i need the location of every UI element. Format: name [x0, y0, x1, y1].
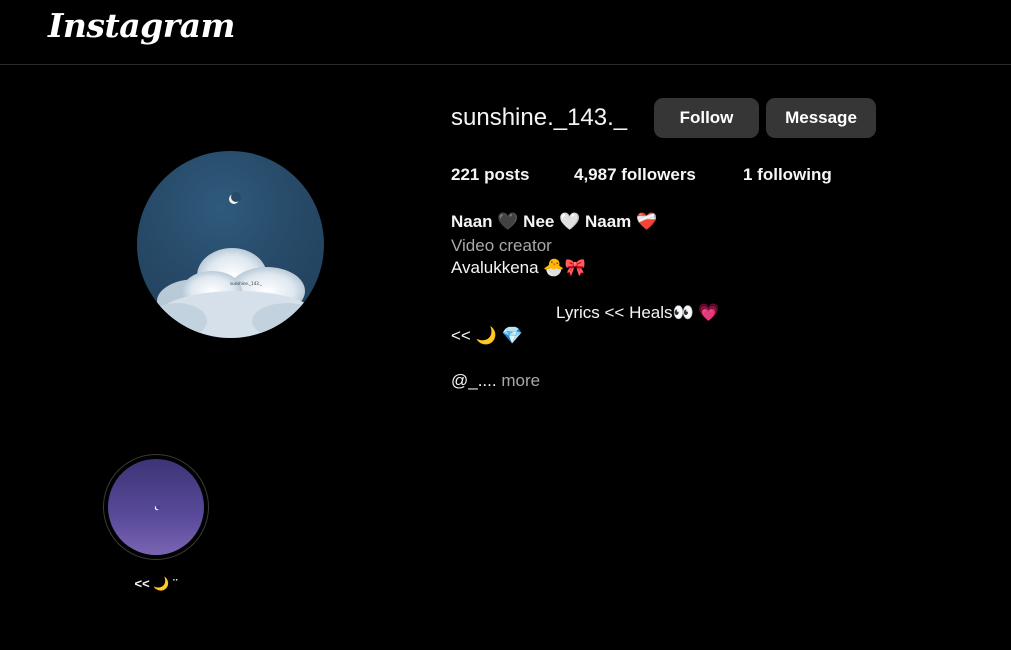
top-bar: Instagram	[0, 0, 1011, 65]
following-count[interactable]: 1 following	[743, 165, 832, 185]
story-highlight-cover[interactable]	[108, 459, 204, 555]
followers-count[interactable]: 4,987 followers	[574, 165, 696, 185]
more-link[interactable]: more	[501, 371, 540, 390]
story-highlight-label: << 🌙 ¨	[134, 576, 178, 591]
bio-line: Lyrics << Heals👀 💗	[556, 303, 720, 322]
follow-button[interactable]: Follow	[654, 98, 759, 138]
crescent-moon-icon	[154, 505, 160, 511]
bio-line: Avalukkena 🐣🎀	[451, 258, 586, 277]
bio-mention[interactable]: @_....	[451, 371, 497, 390]
profile-display-name: Naan 🖤 Nee 🤍 Naam ❤️‍🩹	[451, 212, 658, 231]
profile-avatar[interactable]: sunshine._143._	[137, 151, 324, 338]
profile-category: Video creator	[451, 236, 552, 255]
bio-line: << 🌙 💎	[451, 326, 523, 345]
bio-link: @_.... more	[451, 371, 540, 391]
avatar-caption: sunshine._143._	[230, 281, 263, 286]
instagram-logo[interactable]: Instagram	[48, 6, 235, 45]
avatar-image: sunshine._143._	[147, 192, 322, 338]
message-button[interactable]: Message	[766, 98, 876, 138]
posts-count: 221 posts	[451, 165, 530, 184]
profile-username: sunshine._143._	[451, 104, 628, 131]
